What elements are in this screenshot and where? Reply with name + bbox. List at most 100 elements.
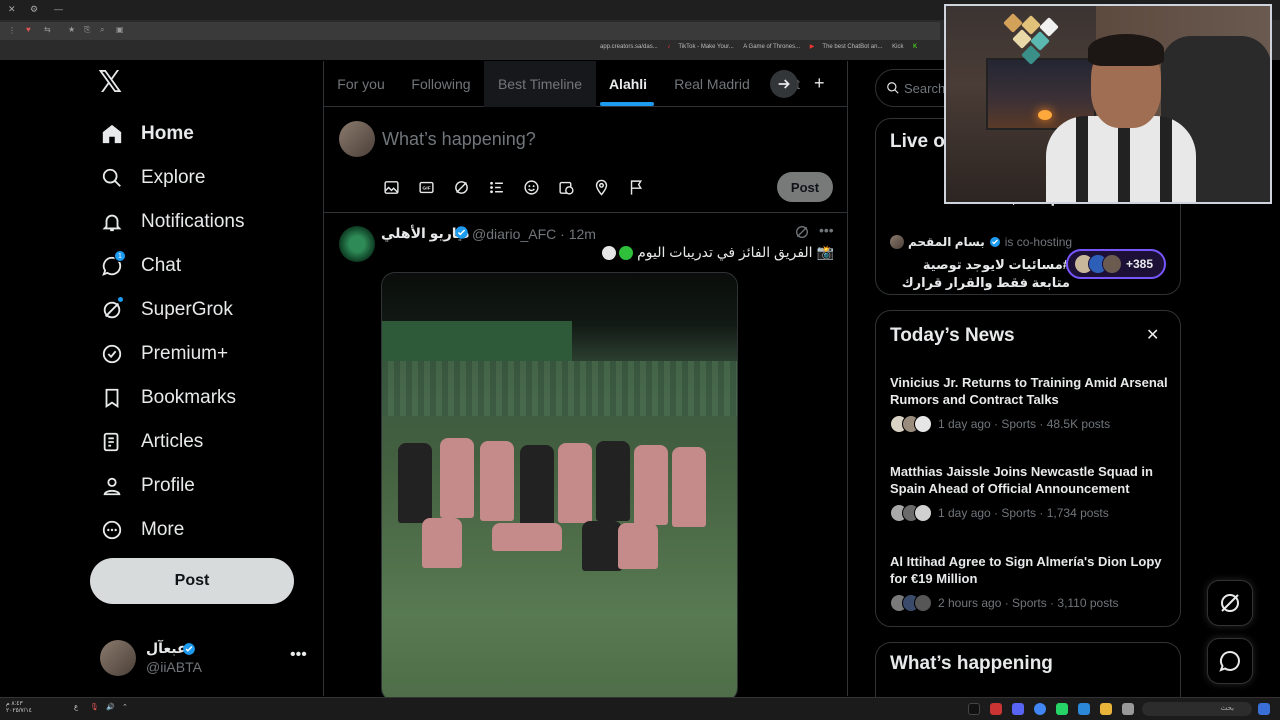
tweet-text: الفريق الفائز في تدريبات اليوم bbox=[637, 244, 813, 260]
live-space-title-2[interactable]: متابعة فقط والقرار قرارك bbox=[890, 275, 1070, 291]
bookmark-icon bbox=[100, 386, 124, 410]
more-dots-icon[interactable]: ••• bbox=[290, 646, 307, 664]
minimize-window-icon[interactable]: — bbox=[54, 4, 63, 14]
extension-icon[interactable]: ♥ bbox=[26, 25, 31, 34]
avatar[interactable] bbox=[339, 226, 375, 262]
tiktok-app-icon[interactable] bbox=[968, 703, 980, 715]
cohost-name[interactable]: بسام المقحم bbox=[908, 235, 985, 249]
bookmark-star-icon[interactable]: ★ bbox=[68, 25, 75, 34]
listeners-pill[interactable]: +385 bbox=[1066, 249, 1166, 279]
tweet-text-row: 📸 الفريق الفائز في تدريبات اليوم bbox=[599, 244, 834, 261]
person-icon bbox=[100, 474, 124, 498]
close-window-icon[interactable]: ✕ bbox=[8, 4, 16, 15]
taskbar-search[interactable]: بحث bbox=[1142, 702, 1252, 716]
main-timeline: For you Following Best Timeline Alahli R… bbox=[323, 61, 848, 702]
nav-explore[interactable]: Explore bbox=[100, 160, 205, 196]
location-icon[interactable] bbox=[591, 177, 611, 197]
news-headline[interactable]: Al Ittihad Agree to Sign Almería's Dion … bbox=[890, 553, 1170, 587]
nav-notifications[interactable]: Notifications bbox=[100, 204, 245, 240]
search-placeholder: Search bbox=[904, 81, 946, 96]
start-icon[interactable] bbox=[1258, 703, 1270, 715]
news-headline[interactable]: Vinicius Jr. Returns to Training Amid Ar… bbox=[890, 374, 1170, 408]
app-icon[interactable] bbox=[1122, 703, 1134, 715]
bookmark-item[interactable]: app.creators.sa/das... bbox=[600, 44, 658, 50]
tab-real-madrid[interactable]: Real Madrid bbox=[660, 61, 764, 107]
nav-profile[interactable]: Profile bbox=[100, 468, 195, 504]
tiktok-icon: ♪ bbox=[667, 44, 671, 50]
tweet-handle[interactable]: @diario_AFC bbox=[472, 226, 556, 242]
poll-icon[interactable] bbox=[486, 177, 506, 197]
tab-best-timeline[interactable]: Best Timeline bbox=[484, 61, 596, 107]
address-bar[interactable] bbox=[0, 22, 940, 40]
news-meta-row: 1 day ago · Sports · 1,734 posts bbox=[890, 504, 1109, 522]
bookmark-item[interactable]: The best ChatBot an... bbox=[822, 44, 882, 50]
home-icon bbox=[100, 122, 124, 146]
tab-alahli[interactable]: Alahli bbox=[596, 61, 660, 107]
tweet-more-icon[interactable]: ••• bbox=[819, 222, 834, 238]
nav-home[interactable]: Home bbox=[100, 116, 194, 152]
grok-icon[interactable] bbox=[451, 177, 471, 197]
compose-post-button[interactable]: Post bbox=[777, 172, 833, 202]
player bbox=[422, 518, 462, 568]
whatsapp-icon[interactable] bbox=[1056, 703, 1068, 715]
bookmarks-bar: app.creators.sa/das... ♪ TikTok - Make Yo… bbox=[600, 43, 925, 50]
flag-icon[interactable] bbox=[626, 177, 646, 197]
share-icon[interactable]: ⎘ bbox=[84, 25, 90, 35]
tweet-time[interactable]: 12m bbox=[569, 226, 596, 242]
timeline-tabs: For you Following Best Timeline Alahli R… bbox=[324, 61, 848, 107]
bookmark-item[interactable]: A Game of Thrones... bbox=[743, 44, 800, 50]
language-indicator[interactable]: ع bbox=[74, 703, 78, 711]
nav-chat[interactable]: 1 Chat bbox=[100, 248, 181, 284]
extension-icon-2[interactable]: ⇆ bbox=[44, 25, 51, 34]
tab-following[interactable]: Following bbox=[398, 61, 484, 107]
compose-input[interactable]: What’s happening? bbox=[382, 129, 536, 150]
nav-supergrok[interactable]: SuperGrok bbox=[100, 292, 233, 328]
bookmark-item[interactable]: Kick bbox=[892, 44, 903, 50]
cohost-row: بسام المقحم is co-hosting bbox=[890, 235, 1072, 249]
app-icon[interactable] bbox=[1078, 703, 1090, 715]
volume-icon[interactable]: 🔊 bbox=[106, 703, 115, 711]
news-headline[interactable]: Matthias Jaissle Joins Newcastle Squad i… bbox=[890, 463, 1170, 497]
live-space-title[interactable]: #مسائيات لايوجد توصية bbox=[890, 257, 1070, 273]
nav-bookmarks[interactable]: Bookmarks bbox=[100, 380, 236, 416]
file-explorer-icon[interactable] bbox=[1100, 703, 1112, 715]
grok-icon[interactable] bbox=[794, 224, 810, 240]
x-logo-icon[interactable]: 𝕏 bbox=[98, 68, 126, 98]
post-button[interactable]: Post bbox=[90, 558, 294, 604]
arrow-right-icon[interactable] bbox=[770, 70, 798, 98]
nav-more[interactable]: More bbox=[100, 512, 184, 548]
cast-icon[interactable]: ▣ bbox=[116, 25, 124, 34]
tweet-image[interactable] bbox=[381, 272, 738, 702]
chrome-icon[interactable] bbox=[1034, 703, 1046, 715]
bookmark-item[interactable]: TikTok - Make Your... bbox=[678, 44, 733, 50]
settings-window-icon[interactable]: ⚙ bbox=[30, 4, 38, 15]
taskbar-time: ٨:٤٣ م bbox=[6, 701, 23, 707]
image-icon[interactable] bbox=[381, 177, 401, 197]
menu-kebab-icon[interactable]: ⋮ bbox=[8, 26, 16, 35]
mic-icon[interactable]: 🎙 bbox=[90, 703, 99, 711]
discord-icon[interactable] bbox=[1012, 703, 1024, 715]
close-icon[interactable]: ✕ bbox=[1146, 325, 1159, 345]
app-icon[interactable] bbox=[990, 703, 1002, 715]
grok-icon bbox=[1221, 594, 1239, 612]
tab-for-you[interactable]: For you bbox=[324, 61, 398, 107]
news-meta: 1 day ago · Sports · 48.5K posts bbox=[938, 417, 1111, 431]
grok-fab-button[interactable] bbox=[1207, 580, 1253, 626]
emoji-icon[interactable] bbox=[521, 177, 541, 197]
player bbox=[618, 523, 658, 569]
gif-icon[interactable]: GIF bbox=[416, 177, 436, 197]
schedule-icon[interactable] bbox=[556, 177, 576, 197]
nav-premium[interactable]: Premium+ bbox=[100, 336, 228, 372]
news-meta-row: 1 day ago · Sports · 48.5K posts bbox=[890, 415, 1110, 433]
chevron-up-icon[interactable]: ⌃ bbox=[122, 703, 128, 711]
tweet[interactable]: دياريو الأهلي @diario_AFC · 12m ••• 📸 ال… bbox=[324, 214, 848, 702]
live-card-title: Live o bbox=[890, 131, 945, 152]
messages-fab-button[interactable] bbox=[1207, 638, 1253, 684]
add-tab-icon[interactable]: + bbox=[814, 73, 825, 94]
account-switcher[interactable]: عبعآل @iiABTA ••• bbox=[100, 638, 310, 678]
nav-articles[interactable]: Articles bbox=[100, 424, 203, 460]
lens-icon[interactable]: ⌕ bbox=[100, 25, 104, 35]
verified-badge-icon bbox=[100, 342, 124, 366]
cohost-label: is co-hosting bbox=[1004, 235, 1073, 249]
account-name: عبعآل bbox=[146, 640, 187, 656]
